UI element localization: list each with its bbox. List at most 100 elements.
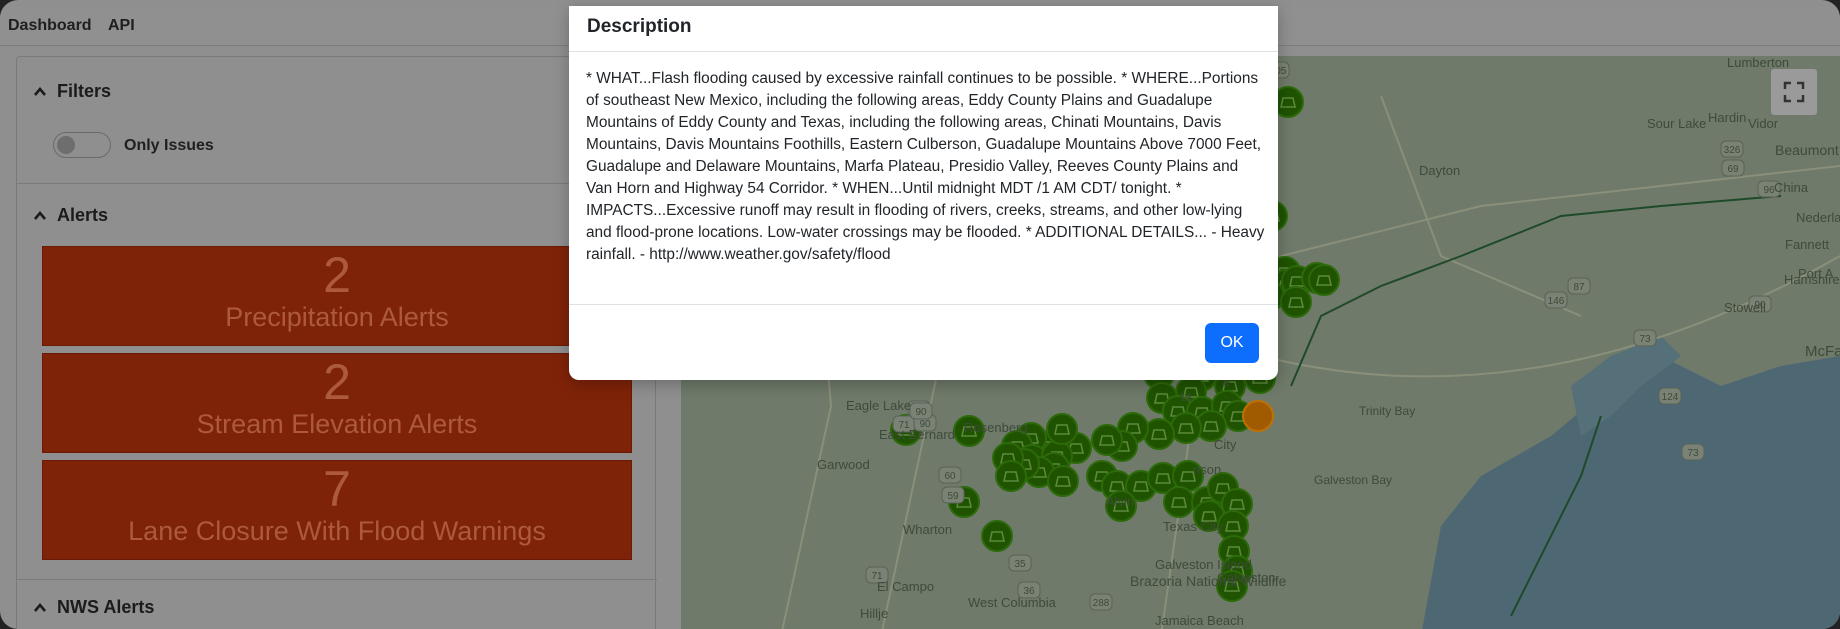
fullscreen-button[interactable] bbox=[1771, 69, 1817, 115]
place-label: Jamaica Beach bbox=[1155, 613, 1244, 628]
alert-card-stream-elevation[interactable]: 2 Stream Elevation Alerts bbox=[42, 353, 632, 453]
svg-text:59: 59 bbox=[947, 491, 959, 502]
section-divider bbox=[17, 579, 657, 580]
place-label: Galveston bbox=[1217, 570, 1276, 585]
route-shield: 69 bbox=[1721, 159, 1745, 177]
place-label: Wharton bbox=[903, 522, 952, 537]
alert-count: 2 bbox=[323, 247, 351, 303]
route-shield: 288 bbox=[1089, 593, 1113, 611]
nav-dashboard-link[interactable]: Dashboard bbox=[8, 17, 92, 35]
place-label: Stowell bbox=[1724, 300, 1766, 315]
nws-alerts-header[interactable]: NWS Alerts bbox=[33, 597, 154, 618]
chevron-up-icon bbox=[34, 602, 46, 612]
place-label: Fannett bbox=[1785, 237, 1829, 252]
svg-text:73: 73 bbox=[1687, 448, 1699, 459]
route-shield: 73 bbox=[1633, 329, 1657, 347]
svg-text:60: 60 bbox=[944, 471, 956, 482]
route-shield: 124 bbox=[1658, 387, 1682, 405]
alert-card-precipitation[interactable]: 2 Precipitation Alerts bbox=[42, 246, 632, 346]
place-label: Sour Lake bbox=[1647, 116, 1706, 131]
svg-text:73: 73 bbox=[1639, 334, 1651, 345]
app-frame: Dashboard API Filters Only Issues Alerts… bbox=[0, 0, 1840, 629]
place-label: Dayton bbox=[1419, 163, 1460, 178]
svg-text:35: 35 bbox=[1014, 559, 1026, 570]
description-modal: Description * WHAT...Flash flooding caus… bbox=[569, 6, 1278, 380]
ok-button[interactable]: OK bbox=[1205, 323, 1259, 363]
svg-text:90: 90 bbox=[915, 407, 927, 418]
road-closure-icon[interactable] bbox=[1280, 286, 1312, 318]
svg-text:69: 69 bbox=[1727, 164, 1739, 175]
route-shield: 90 bbox=[909, 402, 933, 420]
place-label: El Campo bbox=[877, 579, 934, 594]
route-shield: 146 bbox=[1544, 291, 1568, 309]
place-label: City bbox=[1214, 437, 1237, 452]
chevron-up-icon bbox=[34, 210, 46, 220]
svg-text:146: 146 bbox=[1548, 296, 1565, 307]
gulf-water bbox=[1422, 356, 1840, 629]
alerts-header[interactable]: Alerts bbox=[33, 205, 108, 226]
county-boundary bbox=[1290, 195, 1782, 387]
nav-api-link[interactable]: API bbox=[108, 17, 135, 35]
place-label: McFaddin National Wildlife Refuge bbox=[1805, 343, 1840, 360]
place-label: Garwood bbox=[817, 457, 870, 472]
svg-text:288: 288 bbox=[1093, 598, 1110, 609]
route-shield: 326 bbox=[1720, 140, 1744, 158]
modal-title: Description bbox=[587, 16, 692, 37]
place-label: Trinity Bay bbox=[1359, 404, 1415, 418]
place-label: Alvin bbox=[1106, 494, 1134, 509]
filters-header[interactable]: Filters bbox=[33, 81, 111, 102]
modal-body-text: * WHAT...Flash flooding caused by excess… bbox=[586, 70, 1265, 263]
route-shield: 35 bbox=[1008, 554, 1032, 572]
place-label: Hamshire bbox=[1784, 272, 1840, 287]
chevron-up-icon bbox=[34, 86, 46, 96]
alert-label: Precipitation Alerts bbox=[225, 302, 449, 332]
road-closure-icon[interactable] bbox=[1242, 400, 1274, 432]
road-closure-icon[interactable] bbox=[995, 460, 1027, 492]
road-closure-icon[interactable] bbox=[981, 520, 1013, 552]
route-shield: 73 bbox=[1681, 443, 1705, 461]
only-issues-label: Only Issues bbox=[124, 137, 214, 154]
place-label: Vidor bbox=[1748, 116, 1779, 131]
alert-card-lane-closure[interactable]: 7 Lane Closure With Flood Warnings bbox=[42, 460, 632, 560]
place-label: nson bbox=[1193, 462, 1221, 477]
alert-label: Lane Closure With Flood Warnings bbox=[128, 516, 546, 546]
alerts-title: Alerts bbox=[57, 205, 109, 225]
place-label: Lumberton bbox=[1727, 56, 1789, 70]
place-label: Texas City bbox=[1163, 519, 1223, 534]
place-label: Galveston Island bbox=[1155, 557, 1252, 572]
only-issues-toggle[interactable] bbox=[53, 132, 111, 158]
nws-alerts-title: NWS Alerts bbox=[57, 597, 155, 617]
modal-footer-divider bbox=[569, 304, 1278, 305]
place-label: ta bbox=[1181, 389, 1193, 404]
modal-header-divider bbox=[569, 51, 1278, 52]
fullscreen-icon bbox=[1783, 81, 1805, 103]
route-shield: 87 bbox=[1567, 277, 1591, 295]
alert-label: Stream Elevation Alerts bbox=[196, 409, 478, 439]
road-closure-icon[interactable] bbox=[1046, 413, 1078, 445]
place-label: Eagle Lake bbox=[846, 398, 911, 413]
svg-text:124: 124 bbox=[1662, 392, 1679, 403]
road-closure-icon[interactable] bbox=[1163, 486, 1195, 518]
place-label: Galveston Bay bbox=[1314, 473, 1392, 487]
section-divider bbox=[17, 183, 657, 184]
toggle-knob bbox=[57, 136, 75, 154]
road-closure-icon[interactable] bbox=[1143, 418, 1175, 450]
road-closure-icon[interactable] bbox=[1308, 264, 1340, 296]
place-label: East Bernard bbox=[879, 427, 955, 442]
svg-text:326: 326 bbox=[1724, 145, 1741, 156]
road-closure-icon[interactable] bbox=[1170, 412, 1202, 444]
place-label: Rosenberg bbox=[964, 420, 1028, 435]
left-panel: Filters Only Issues Alerts 2 Precipitati… bbox=[16, 56, 657, 629]
route-shield: 59 bbox=[941, 486, 965, 504]
place-label: Beaumont bbox=[1775, 142, 1839, 158]
road-closure-icon[interactable] bbox=[1091, 424, 1123, 456]
place-label: China bbox=[1774, 180, 1809, 195]
route-shield: 60 bbox=[938, 466, 962, 484]
road-closure-icon[interactable] bbox=[1047, 465, 1079, 497]
alert-count: 7 bbox=[323, 461, 351, 517]
place-label: West Columbia bbox=[968, 595, 1057, 610]
place-label: Hardin bbox=[1708, 110, 1746, 125]
alert-count: 2 bbox=[323, 354, 351, 410]
svg-text:87: 87 bbox=[1573, 282, 1585, 293]
place-label: Nederlan bbox=[1796, 210, 1840, 225]
